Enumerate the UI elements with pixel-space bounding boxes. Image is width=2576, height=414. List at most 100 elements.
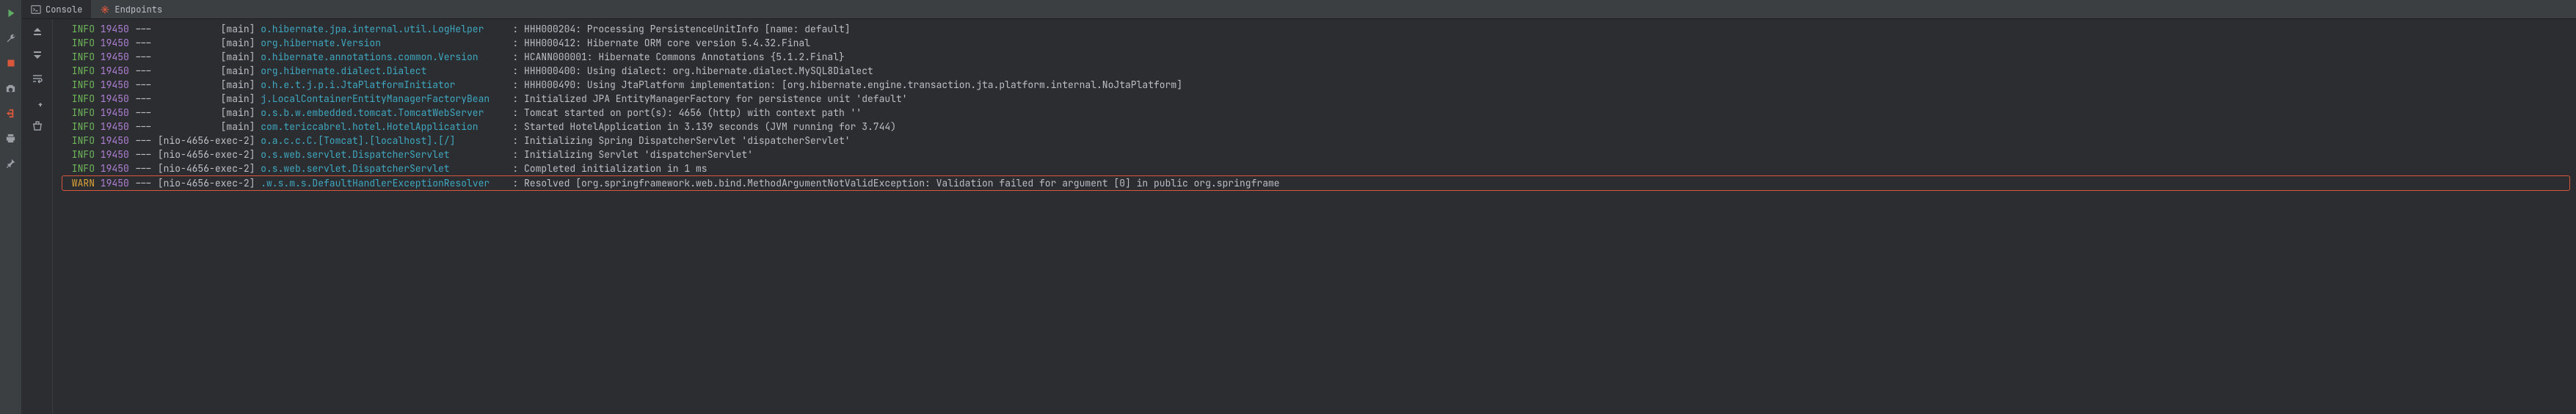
log-separator: ---	[129, 134, 158, 148]
run-icon[interactable]	[5, 7, 17, 19]
log-colon: :	[507, 120, 524, 134]
log-line[interactable]: INFO 19450 --- [nio-4656-exec-2] o.s.web…	[66, 148, 2570, 161]
log-thread: [nio-4656-exec-2]	[158, 134, 261, 148]
log-logger: o.s.web.servlet.DispatcherServlet	[261, 148, 506, 161]
wrench-icon[interactable]	[5, 32, 17, 44]
log-message: Initializing Spring DispatcherServlet 'd…	[524, 134, 851, 148]
exit-icon[interactable]	[5, 107, 17, 119]
log-line[interactable]: INFO 19450 --- [nio-4656-exec-2] o.s.web…	[66, 161, 2570, 175]
log-line[interactable]: INFO 19450 --- [main] org.hibernate.Vers…	[66, 36, 2570, 50]
tab-console[interactable]: Console	[22, 0, 91, 18]
scroll-down-icon[interactable]	[31, 48, 44, 62]
log-message: HHH000412: Hibernate ORM core version 5.…	[524, 36, 810, 50]
log-pid: 19450	[95, 176, 129, 190]
stop-icon[interactable]	[5, 57, 17, 69]
log-line[interactable]: WARN 19450 --- [nio-4656-exec-2] .w.s.m.…	[62, 175, 2570, 191]
log-line[interactable]: INFO 19450 --- [main] org.hibernate.dial…	[66, 64, 2570, 78]
log-logger: o.h.e.t.j.p.i.JtaPlatformInitiator	[261, 78, 506, 92]
camera-icon[interactable]	[5, 82, 17, 94]
console-gutter	[22, 19, 53, 414]
log-colon: :	[507, 50, 524, 64]
pin-icon[interactable]	[5, 157, 17, 169]
log-pid: 19450	[95, 161, 129, 175]
log-message: HHH000490: Using JtaPlatform implementat…	[524, 78, 1182, 92]
log-thread: [main]	[158, 92, 261, 106]
log-logger: org.hibernate.dialect.Dialect	[261, 64, 506, 78]
log-level: INFO	[66, 120, 95, 134]
log-message: Started HotelApplication in 3.139 second…	[524, 120, 896, 134]
tab-endpoints-label: Endpoints	[114, 4, 162, 15]
log-pid: 19450	[95, 78, 129, 92]
tab-console-label: Console	[46, 4, 82, 15]
scroll-up-icon[interactable]	[31, 25, 44, 38]
log-separator: ---	[129, 120, 158, 134]
log-colon: :	[507, 176, 524, 190]
side-rail	[0, 0, 22, 414]
log-line[interactable]: INFO 19450 --- [main] o.hibernate.jpa.in…	[66, 22, 2570, 36]
log-line[interactable]: INFO 19450 --- [main] j.LocalContainerEn…	[66, 92, 2570, 106]
log-level: INFO	[66, 106, 95, 120]
log-pid: 19450	[95, 106, 129, 120]
clear-all-icon[interactable]	[31, 119, 44, 132]
log-logger: o.hibernate.jpa.internal.util.LogHelper	[261, 22, 506, 36]
log-colon: :	[507, 161, 524, 175]
log-level: WARN	[66, 176, 95, 190]
log-message: Completed initialization in 1 ms	[524, 161, 707, 175]
log-thread: [main]	[158, 36, 261, 50]
log-line[interactable]: INFO 19450 --- [nio-4656-exec-2] o.a.c.c…	[66, 134, 2570, 148]
log-separator: ---	[129, 148, 158, 161]
log-thread: [main]	[158, 22, 261, 36]
log-separator: ---	[129, 176, 158, 190]
endpoints-icon	[100, 4, 110, 15]
log-line[interactable]: INFO 19450 --- [main] com.tericcabrel.ho…	[66, 120, 2570, 134]
log-level: INFO	[66, 161, 95, 175]
scroll-to-end-icon[interactable]	[31, 95, 44, 109]
log-colon: :	[507, 92, 524, 106]
log-message: HCANN000001: Hibernate Commons Annotatio…	[524, 50, 845, 64]
log-thread: [nio-4656-exec-2]	[158, 148, 261, 161]
log-line[interactable]: INFO 19450 --- [main] o.hibernate.annota…	[66, 50, 2570, 64]
log-level: INFO	[66, 148, 95, 161]
log-separator: ---	[129, 106, 158, 120]
log-logger: o.a.c.c.C.[Tomcat].[localhost].[/]	[261, 134, 506, 148]
log-separator: ---	[129, 36, 158, 50]
log-colon: :	[507, 106, 524, 120]
log-line[interactable]: INFO 19450 --- [main] o.h.e.t.j.p.i.JtaP…	[66, 78, 2570, 92]
log-colon: :	[507, 148, 524, 161]
log-pid: 19450	[95, 22, 129, 36]
log-separator: ---	[129, 161, 158, 175]
log-pid: 19450	[95, 92, 129, 106]
log-thread: [main]	[158, 106, 261, 120]
log-separator: ---	[129, 22, 158, 36]
log-logger: o.s.b.w.embedded.tomcat.TomcatWebServer	[261, 106, 506, 120]
tabbar: Console Endpoints	[22, 0, 2576, 19]
log-thread: [nio-4656-exec-2]	[158, 176, 261, 190]
log-thread: [main]	[158, 50, 261, 64]
log-logger: org.hibernate.Version	[261, 36, 506, 50]
log-separator: ---	[129, 92, 158, 106]
log-pid: 19450	[95, 64, 129, 78]
log-message: Tomcat started on port(s): 4656 (http) w…	[524, 106, 862, 120]
log-separator: ---	[129, 50, 158, 64]
log-colon: :	[507, 78, 524, 92]
printer-icon[interactable]	[5, 132, 17, 144]
log-separator: ---	[129, 64, 158, 78]
log-separator: ---	[129, 78, 158, 92]
log-thread: [main]	[158, 78, 261, 92]
log-thread: [nio-4656-exec-2]	[158, 161, 261, 175]
log-logger: o.s.web.servlet.DispatcherServlet	[261, 161, 506, 175]
soft-wrap-icon[interactable]	[31, 72, 44, 85]
log-colon: :	[507, 36, 524, 50]
log-pid: 19450	[95, 134, 129, 148]
log-level: INFO	[66, 50, 95, 64]
log-pid: 19450	[95, 120, 129, 134]
log-logger: o.hibernate.annotations.common.Version	[261, 50, 506, 64]
tab-endpoints[interactable]: Endpoints	[91, 0, 171, 18]
log-level: INFO	[66, 78, 95, 92]
log-level: INFO	[66, 92, 95, 106]
console-output[interactable]: INFO 19450 --- [main] o.hibernate.jpa.in…	[53, 19, 2576, 414]
log-line[interactable]: INFO 19450 --- [main] o.s.b.w.embedded.t…	[66, 106, 2570, 120]
log-pid: 19450	[95, 148, 129, 161]
log-logger: j.LocalContainerEntityManagerFactoryBean	[261, 92, 506, 106]
log-pid: 19450	[95, 36, 129, 50]
